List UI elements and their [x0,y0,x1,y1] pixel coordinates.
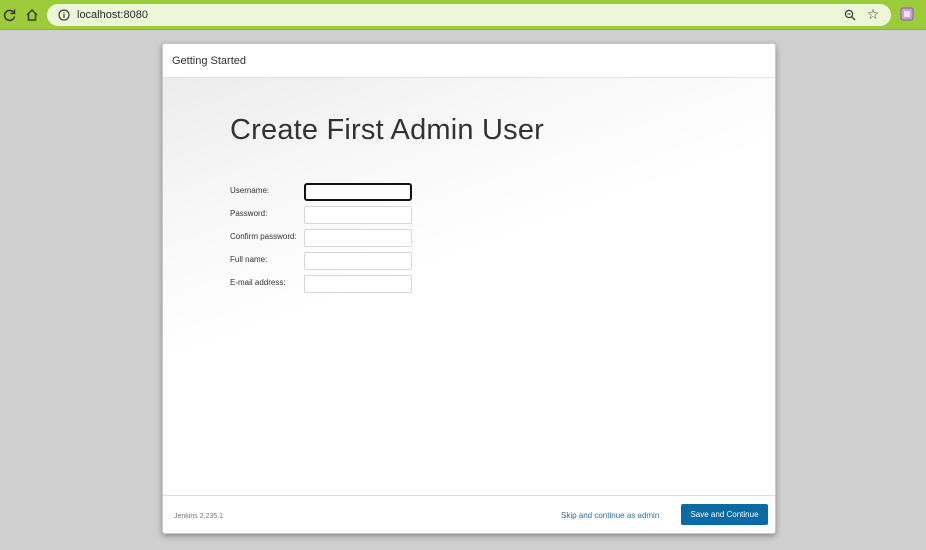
dialog-body: Create First Admin User Username: Passwo… [163,78,775,495]
email-label: E-mail address: [230,278,286,287]
full-name-field[interactable] [304,252,412,270]
email-field[interactable] [304,275,412,293]
zoom-icon[interactable] [843,8,857,22]
setup-dialog: Getting Started Create First Admin User … [162,43,776,534]
confirm-password-field[interactable] [304,229,412,247]
dialog-header: Getting Started [163,44,775,78]
address-bar[interactable]: localhost:8080 ☆ [47,4,891,26]
extension-icon[interactable] [900,7,914,21]
version-label: Jenkins 2.235.1 [174,513,224,520]
confirm-password-label: Confirm password: [230,232,297,241]
browser-toolbar: localhost:8080 ☆ [0,0,926,30]
username-field[interactable] [304,183,412,201]
save-and-continue-button[interactable]: Save and Continue [681,504,768,525]
dialog-header-title: Getting Started [172,55,246,67]
username-label: Username: [230,186,270,195]
page-title: Create First Admin User [230,114,545,146]
dialog-footer: Jenkins 2.235.1 Skip and continue as adm… [163,495,775,533]
home-icon[interactable] [22,5,42,25]
full-name-label: Full name: [230,255,268,264]
url-text: localhost:8080 [77,9,148,21]
skip-and-continue-link[interactable]: Skip and continue as admin [561,511,659,520]
password-field[interactable] [304,206,412,224]
password-label: Password: [230,209,268,218]
reload-icon[interactable] [0,5,20,25]
star-icon[interactable]: ☆ [865,6,881,22]
info-icon[interactable] [57,8,71,22]
